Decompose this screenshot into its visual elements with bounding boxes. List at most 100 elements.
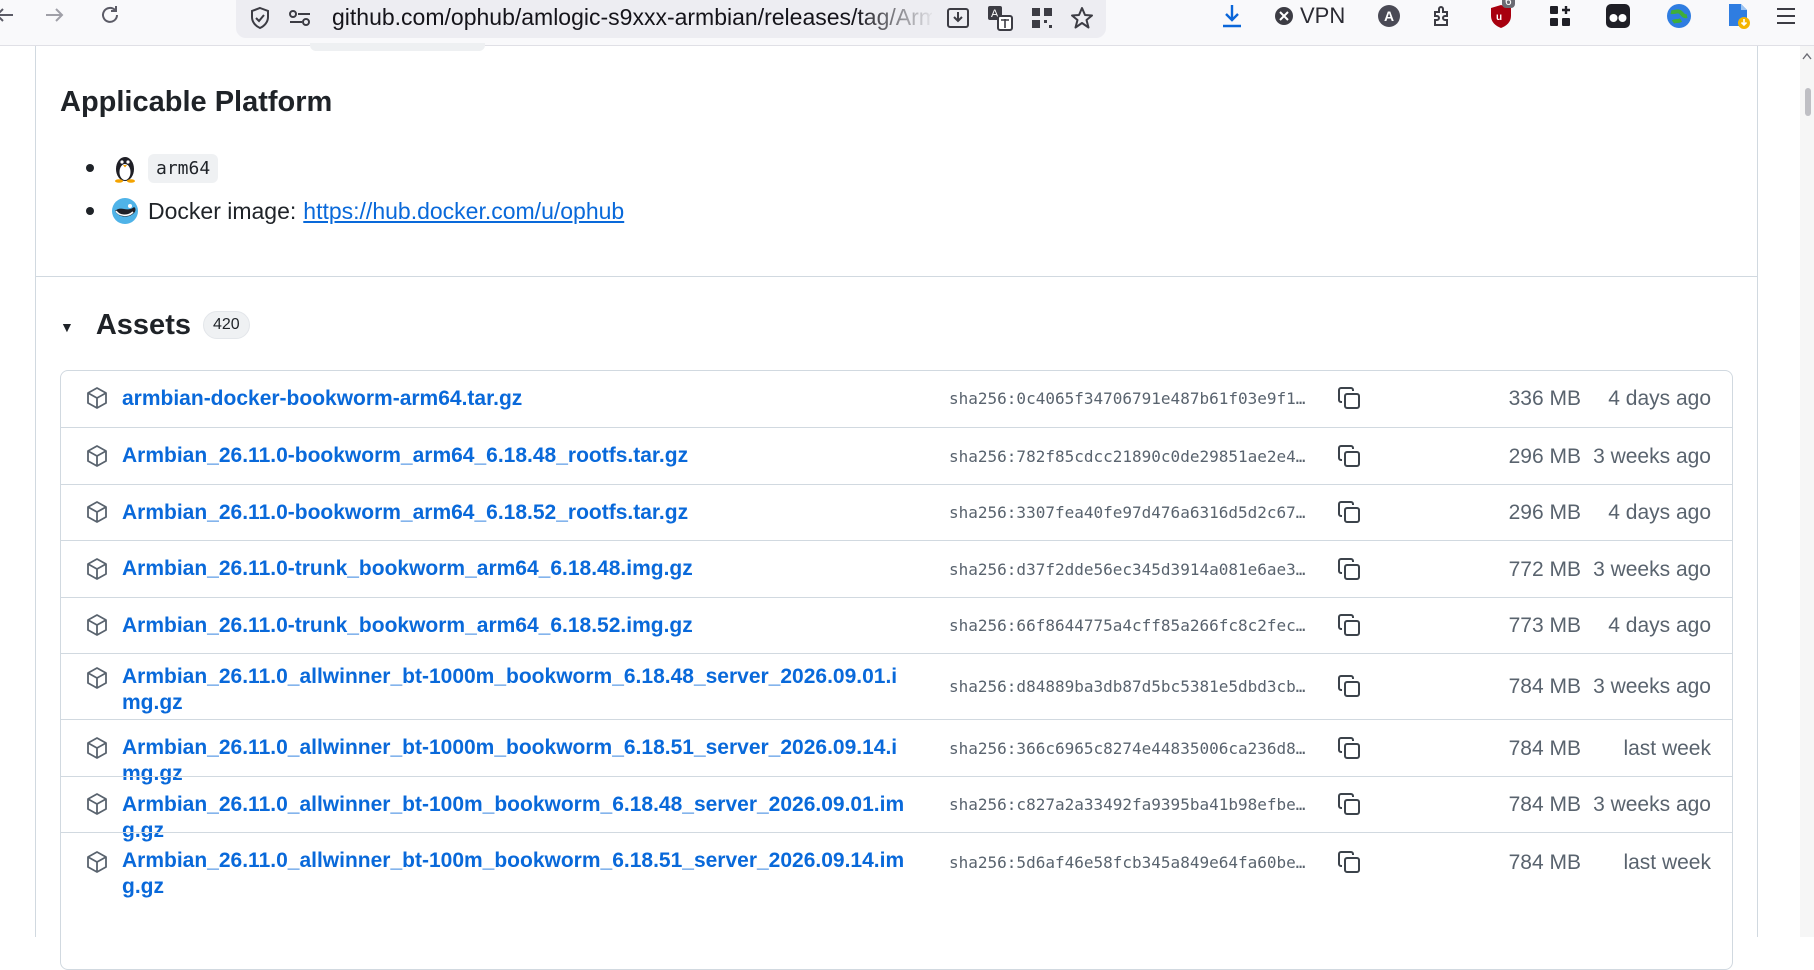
address-bar[interactable]: github.com/ophub/amlogic-s9xxx-armbian/r…: [236, 0, 1106, 38]
copy-icon[interactable]: [1335, 848, 1363, 876]
package-icon: [85, 792, 109, 816]
back-button[interactable]: [0, 0, 22, 30]
asset-sha256: sha256:3307fea40fe97d476a6316d5d2c67…: [949, 503, 1306, 522]
asset-name-link[interactable]: Armbian_26.11.0-trunk_bookworm_arm64_6.1…: [122, 613, 912, 639]
asset-sha256: sha256:d84889ba3db87d5bc5381e5dbd3cb…: [949, 677, 1306, 696]
asset-name-link[interactable]: Armbian_26.11.0_allwinner_bt-100m_bookwo…: [122, 848, 912, 900]
reload-button[interactable]: [92, 0, 128, 30]
copy-icon[interactable]: [1335, 555, 1363, 583]
asset-sha256: sha256:782f85cdcc21890c0de29851ae2e4…: [949, 447, 1306, 466]
qr-code-icon[interactable]: [1026, 2, 1058, 34]
copy-icon[interactable]: [1335, 790, 1363, 818]
copy-icon[interactable]: [1335, 384, 1363, 412]
grid-plus-icon: [1550, 6, 1570, 26]
tampermonkey-icon: [1606, 4, 1630, 28]
reload-icon: [102, 6, 118, 23]
asset-size: 784 MB: [1508, 793, 1581, 816]
copy-icon[interactable]: [1335, 734, 1363, 762]
asset-name-link[interactable]: Armbian_26.11.0-bookworm_arm64_6.18.52_r…: [122, 500, 912, 526]
vpn-off-icon: [1275, 7, 1293, 25]
docker-label: Docker image:: [148, 197, 297, 224]
asset-row: Armbian_26.11.0-trunk_bookworm_arm64_6.1…: [61, 597, 1732, 653]
page-scrollbar[interactable]: [1800, 46, 1814, 937]
forward-button[interactable]: [37, 0, 73, 30]
package-icon: [85, 557, 109, 581]
collapse-caret-icon[interactable]: ▼: [60, 319, 74, 335]
globe-extension[interactable]: [1663, 0, 1695, 32]
asset-sha256: sha256:366c6965c8274e44835006ca236d8…: [949, 739, 1306, 758]
arch-code: arm64: [148, 153, 219, 183]
url-text[interactable]: github.com/ophub/amlogic-s9xxx-armbian/r…: [332, 4, 932, 31]
asset-name-link[interactable]: Armbian_26.11.0-trunk_bookworm_arm64_6.1…: [122, 556, 912, 582]
asset-sha256: sha256:5d6af46e58fcb345a849e64fa60be…: [949, 853, 1306, 872]
downloads-button[interactable]: [1216, 0, 1248, 32]
asset-name-link[interactable]: Armbian_26.11.0-bookworm_arm64_6.18.48_r…: [122, 443, 912, 469]
package-icon: [85, 850, 109, 874]
assets-title: Assets: [95, 308, 191, 341]
package-icon: [85, 666, 109, 690]
package-icon: [85, 613, 109, 637]
assets-header[interactable]: ▼ Assets 420: [60, 304, 250, 346]
translate-icon[interactable]: A: [984, 2, 1016, 34]
browser-toolbar: github.com/ophub/amlogic-s9xxx-armbian/r…: [0, 0, 1814, 46]
vpn-label: VPN: [1300, 3, 1346, 28]
asset-name-link[interactable]: armbian-docker-bookworm-arm64.tar.gz: [122, 386, 912, 412]
asset-sha256: sha256:d37f2dde56ec345d3914a081e6ae3…: [949, 560, 1306, 579]
copy-icon[interactable]: [1335, 498, 1363, 526]
site-settings-icon[interactable]: [284, 2, 316, 34]
ublock-extension[interactable]: u 6: [1484, 0, 1518, 32]
penguin-icon: [110, 153, 140, 183]
back-arrow-icon: [0, 8, 13, 22]
applicable-platform-heading: Applicable Platform: [60, 86, 333, 118]
asset-size: 784 MB: [1508, 737, 1581, 760]
asset-row: Armbian_26.11.0-bookworm_arm64_6.18.52_r…: [61, 484, 1732, 540]
extensions-button[interactable]: [1426, 0, 1458, 32]
copy-icon[interactable]: [1335, 442, 1363, 470]
copy-icon[interactable]: [1335, 611, 1363, 639]
asset-size: 773 MB: [1508, 614, 1581, 637]
asset-name-link[interactable]: Armbian_26.11.0_allwinner_bt-1000m_bookw…: [122, 664, 912, 716]
docker-whale-icon: [110, 196, 140, 226]
shield-icon[interactable]: [244, 2, 276, 34]
apps-extension[interactable]: [1545, 0, 1575, 32]
copy-icon[interactable]: [1335, 672, 1363, 700]
asset-age: last week: [1623, 737, 1711, 760]
file-extension[interactable]: [1724, 0, 1754, 32]
platform-item-docker: Docker image: https://hub.docker.com/u/o…: [86, 193, 624, 229]
asset-age: 3 weeks ago: [1593, 558, 1711, 581]
asset-size: 772 MB: [1508, 558, 1581, 581]
menu-button[interactable]: [1770, 0, 1802, 32]
asset-sha256: sha256:0c4065f34706791e487b61f03e9f1…: [949, 389, 1306, 408]
asset-sha256: sha256:c827a2a33492fa9395ba41b98efbe…: [949, 795, 1306, 814]
asset-row: Armbian_26.11.0_allwinner_bt-100m_bookwo…: [61, 832, 1732, 898]
extension-badge: 6: [1502, 0, 1515, 8]
asset-row: Armbian_26.11.0_allwinner_bt-1000m_bookw…: [61, 719, 1732, 785]
url-fade: [856, 0, 936, 38]
hamburger-icon: [1777, 8, 1795, 24]
tampermonkey-extension[interactable]: [1603, 0, 1633, 32]
assets-list: armbian-docker-bookworm-arm64.tar.gz sha2…: [60, 370, 1733, 970]
profile-letter: A: [1383, 8, 1395, 24]
forward-arrow-icon: [46, 8, 64, 22]
bullet-dot: [86, 207, 94, 215]
asset-age: 4 days ago: [1608, 614, 1711, 637]
assets-count-badge: 420: [202, 311, 250, 339]
asset-size: 784 MB: [1508, 851, 1581, 874]
profile-button[interactable]: A: [1374, 0, 1404, 32]
scroll-thumb[interactable]: [1805, 88, 1811, 116]
asset-size: 336 MB: [1508, 387, 1581, 410]
platform-item-arch: arm64: [86, 150, 219, 186]
docker-hub-link[interactable]: https://hub.docker.com/u/ophub: [303, 198, 624, 225]
asset-row: Armbian_26.11.0-bookworm_arm64_6.18.48_r…: [61, 427, 1732, 484]
asset-row: Armbian_26.11.0_allwinner_bt-100m_bookwo…: [61, 776, 1732, 842]
save-page-icon[interactable]: [942, 2, 974, 34]
vpn-button[interactable]: VPN: [1274, 0, 1345, 32]
bookmark-star-icon[interactable]: [1066, 2, 1098, 34]
bullet-dot: [86, 164, 94, 172]
scroll-up-arrow-icon[interactable]: [1802, 52, 1812, 60]
globe-icon: [1667, 4, 1691, 28]
package-icon: [85, 736, 109, 760]
previous-section-chip: [310, 43, 485, 51]
asset-age: 3 weeks ago: [1593, 675, 1711, 698]
asset-age: 3 weeks ago: [1593, 445, 1711, 468]
